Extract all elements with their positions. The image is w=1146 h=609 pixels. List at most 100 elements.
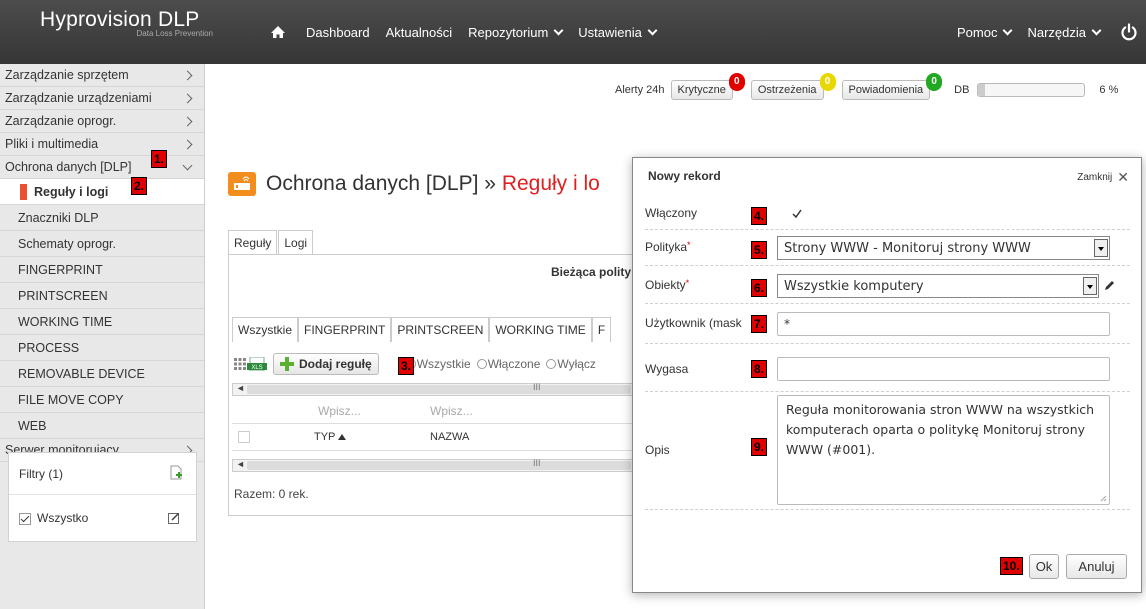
add-filter-icon[interactable]: [170, 465, 182, 480]
sidebar-subitem-working-time[interactable]: WORKING TIME: [0, 309, 204, 335]
horizontal-scrollbar-bottom[interactable]: ◄ III: [232, 458, 646, 472]
nav-settings-label: Ustawienia: [578, 24, 642, 40]
marker-10: 10.: [1000, 557, 1023, 575]
sidebar-item-hardware[interactable]: Zarządzanie sprzętem: [0, 64, 204, 87]
nav-tools[interactable]: Narzędzia: [1027, 25, 1102, 40]
column-header-name[interactable]: NAZWA: [430, 431, 469, 443]
filter-item-label: Wszystko: [37, 511, 89, 525]
records-total: Razem: 0 rek.: [234, 487, 309, 501]
rule-type-tabs: Wszystkie FINGERPRINT PRINTSCREEN WORKIN…: [232, 317, 612, 342]
tab-printscreen[interactable]: PRINTSCREEN: [391, 317, 490, 342]
required-asterisk: *: [685, 278, 690, 288]
nav-dashboard[interactable]: Dashboard: [306, 25, 370, 40]
alerts-notifications-button[interactable]: Powiadomienia 0: [841, 73, 943, 100]
main-menu: Dashboard Aktualności Repozytorium Ustaw…: [270, 0, 672, 64]
policy-select[interactable]: Strony WWW - Monitoruj strony WWW: [777, 236, 1110, 260]
filter-item-all[interactable]: Wszystko: [9, 495, 196, 541]
tab-all[interactable]: Wszystkie: [232, 317, 298, 342]
filter-name-input[interactable]: Wpisz...: [430, 404, 473, 418]
chevron-right-icon: [182, 116, 193, 127]
column-header-type[interactable]: TYP: [314, 431, 347, 443]
nav-repository[interactable]: Repozytorium: [468, 25, 564, 40]
enabled-checkbox[interactable]: [791, 208, 803, 220]
chevron-down-icon: [182, 160, 193, 171]
sidebar-subitem-printscreen[interactable]: PRINTSCREEN: [0, 283, 204, 309]
filters-header: Filtry (1): [9, 453, 196, 495]
sidebar-item-label: Zarządzanie urządzeniami: [5, 91, 152, 105]
checkbox-checked[interactable]: [19, 512, 31, 525]
tab-logs[interactable]: Logi: [278, 230, 314, 255]
export-xls-icon[interactable]: XLS: [247, 357, 267, 371]
marker-2: 2.: [131, 177, 148, 195]
radio-disabled-label: Wyłącz: [557, 357, 596, 371]
pencil-icon[interactable]: [1103, 280, 1115, 292]
sidebar-subitem-dlp-tags[interactable]: Znaczniki DLP: [0, 205, 204, 231]
scroll-left-icon[interactable]: ◄: [236, 383, 245, 393]
alerts-label: Alerty 24h: [615, 84, 665, 96]
main-tabs: Reguły Logi: [228, 230, 314, 255]
sidebar-item-dlp[interactable]: Ochrona danych [DLP]: [0, 156, 204, 179]
radio-disabled[interactable]: [546, 359, 557, 369]
horizontal-scrollbar[interactable]: ◄ III: [232, 382, 646, 396]
columns-grid-icon[interactable]: [234, 358, 246, 370]
alerts-critical-button[interactable]: Krytyczne 0: [670, 73, 745, 100]
add-rule-button[interactable]: Dodaj regułę: [273, 353, 379, 375]
db-label: DB: [954, 84, 970, 96]
sidebar-subitem-software-schemes[interactable]: Schematy oprogr.: [0, 231, 204, 257]
chevron-right-icon: [182, 70, 193, 81]
ok-button[interactable]: Ok: [1029, 554, 1059, 579]
scroll-left-icon[interactable]: ◄: [236, 459, 245, 469]
resize-grip-icon[interactable]: [1100, 495, 1107, 502]
sidebar-subitem-process[interactable]: PROCESS: [0, 335, 204, 361]
edit-icon[interactable]: [168, 512, 180, 524]
filters-panel: Filtry (1) Wszystko: [8, 452, 197, 542]
tab-fingerprint[interactable]: FINGERPRINT: [298, 317, 392, 342]
description-textarea[interactable]: Reguła monitorowania stron WWW na wszyst…: [777, 395, 1110, 505]
dialog-close-label: Zamknij: [1077, 172, 1113, 183]
expires-input[interactable]: [777, 357, 1110, 381]
dropdown-arrow-icon[interactable]: [1094, 239, 1108, 257]
chevron-down-icon: [553, 25, 564, 35]
field-row-policy: Polityka* Strony WWW - Monitoruj strony …: [645, 230, 1130, 266]
sidebar-subitem-fingerprint[interactable]: FINGERPRINT: [0, 257, 204, 283]
alerts-critical-count: 0: [728, 73, 745, 91]
add-rule-label: Dodaj regułę: [299, 357, 372, 371]
db-usage-fill: [978, 84, 985, 96]
filter-type-input[interactable]: Wpisz...: [318, 404, 361, 418]
page-title-text: Ochrona danych [DLP] »: [266, 172, 496, 195]
nav-news[interactable]: Aktualności: [386, 25, 452, 40]
sidebar-item-files[interactable]: Pliki i multimedia: [0, 133, 204, 156]
tab-rules[interactable]: Reguły: [228, 230, 278, 255]
cancel-button[interactable]: Anuluj: [1066, 554, 1127, 579]
page-title-accent: Reguły i lo: [501, 172, 600, 195]
dropdown-arrow-icon[interactable]: [1083, 277, 1097, 295]
tab-working-time[interactable]: WORKING TIME: [489, 317, 592, 342]
radio-enabled[interactable]: [476, 359, 487, 369]
sidebar-subitem-removable-device[interactable]: REMOVABLE DEVICE: [0, 361, 204, 387]
power-icon[interactable]: [1120, 23, 1138, 41]
sidebar-subitem-web[interactable]: WEB: [0, 413, 204, 439]
marker-4: 4.: [751, 207, 768, 225]
chevron-right-icon: [182, 139, 193, 150]
policy-label: Polityka*: [645, 240, 691, 254]
scroll-thumb[interactable]: [247, 461, 631, 470]
objects-select[interactable]: Wszystkie komputery: [777, 274, 1099, 298]
sidebar-subitem-file-move-copy[interactable]: FILE MOVE COPY: [0, 387, 204, 413]
dialog-close-button[interactable]: Zamknij ✕: [1077, 169, 1129, 186]
tab-more[interactable]: F: [591, 317, 612, 342]
field-row-description: Opis Reguła monitorowania stron WWW na w…: [645, 392, 1130, 510]
sidebar-item-devices[interactable]: Zarządzanie urządzeniami: [0, 87, 204, 110]
nav-settings[interactable]: Ustawienia: [578, 24, 658, 40]
user-mask-input[interactable]: *: [777, 312, 1110, 336]
sidebar-item-software[interactable]: Zarządzanie oprogr.: [0, 110, 204, 133]
nav-help[interactable]: Pomoc: [957, 25, 1013, 40]
objects-label: Obiekty*: [645, 278, 689, 292]
brand-logo[interactable]: Hyprovision DLP Data Loss Prevention: [40, 8, 215, 38]
select-all-checkbox[interactable]: [238, 431, 250, 443]
chevron-down-icon: [647, 25, 658, 35]
scroll-thumb[interactable]: [247, 385, 631, 394]
sidebar-subitem-rules-logs[interactable]: Reguły i logi: [0, 179, 204, 205]
alerts-warnings-button[interactable]: Ostrzeżenia 0: [750, 73, 836, 100]
nav-home[interactable]: [270, 25, 290, 39]
right-menu: Pomoc Narzędzia: [957, 0, 1138, 64]
